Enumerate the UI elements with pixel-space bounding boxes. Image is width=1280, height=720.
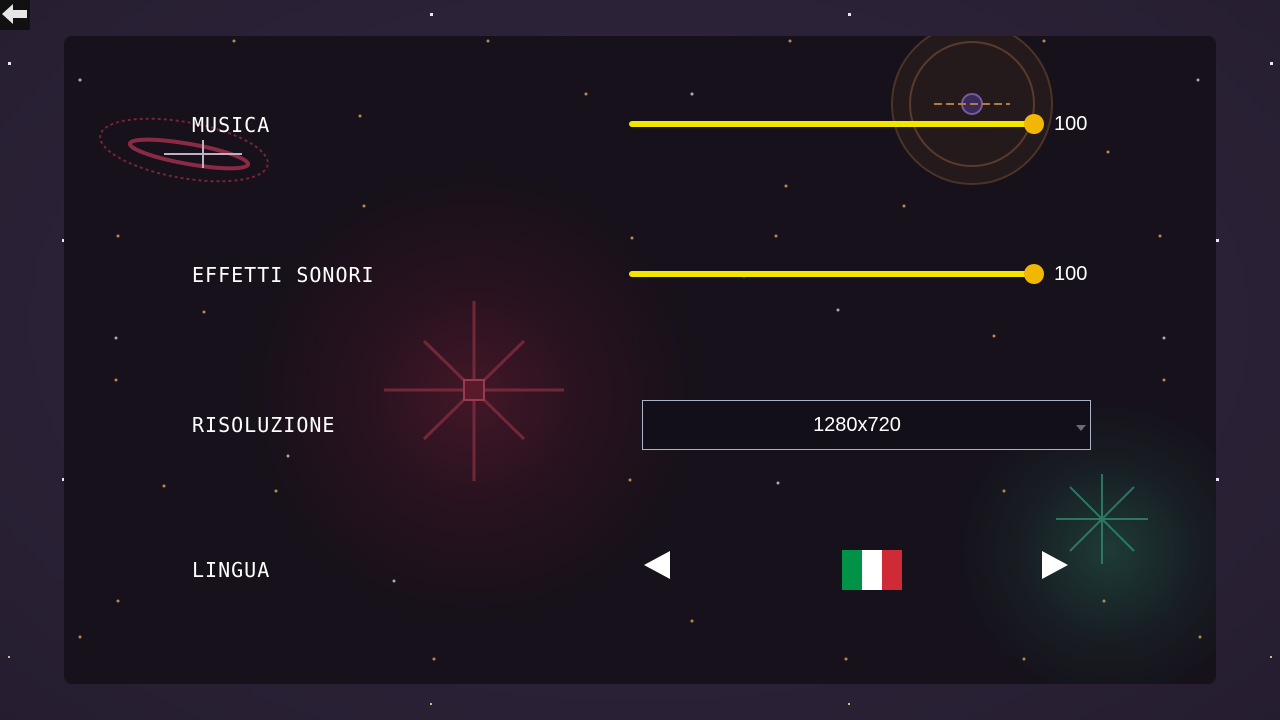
settings-panel: MUSICA 100 EFFETTI SONORI 100 RISOLUZION… — [64, 36, 1216, 684]
triangle-right-icon — [1040, 551, 1070, 585]
back-button[interactable] — [0, 0, 30, 30]
music-value: 100 — [1054, 113, 1088, 135]
sfx-slider-knob[interactable] — [1024, 264, 1044, 284]
sfx-label: EFFETTI SONORI — [192, 263, 375, 287]
music-label: MUSICA — [192, 113, 271, 137]
resolution-value: 1280x720 — [813, 413, 901, 436]
sfx-value: 100 — [1054, 263, 1088, 285]
resolution-label: RISOLUZIONE — [192, 413, 336, 437]
sfx-slider[interactable] — [629, 271, 1034, 277]
language-label: LINGUA — [192, 558, 271, 582]
music-slider[interactable] — [629, 121, 1034, 127]
arrow-left-icon — [2, 3, 28, 28]
resolution-dropdown-toggle[interactable] — [1071, 400, 1091, 450]
chevron-down-icon — [1075, 416, 1086, 435]
next-language-button[interactable] — [1040, 549, 1070, 585]
italy-flag — [842, 550, 902, 590]
triangle-left-icon — [642, 551, 672, 585]
resolution-dropdown[interactable]: 1280x720 — [642, 400, 1072, 450]
prev-language-button[interactable] — [642, 549, 672, 585]
music-slider-knob[interactable] — [1024, 114, 1044, 134]
